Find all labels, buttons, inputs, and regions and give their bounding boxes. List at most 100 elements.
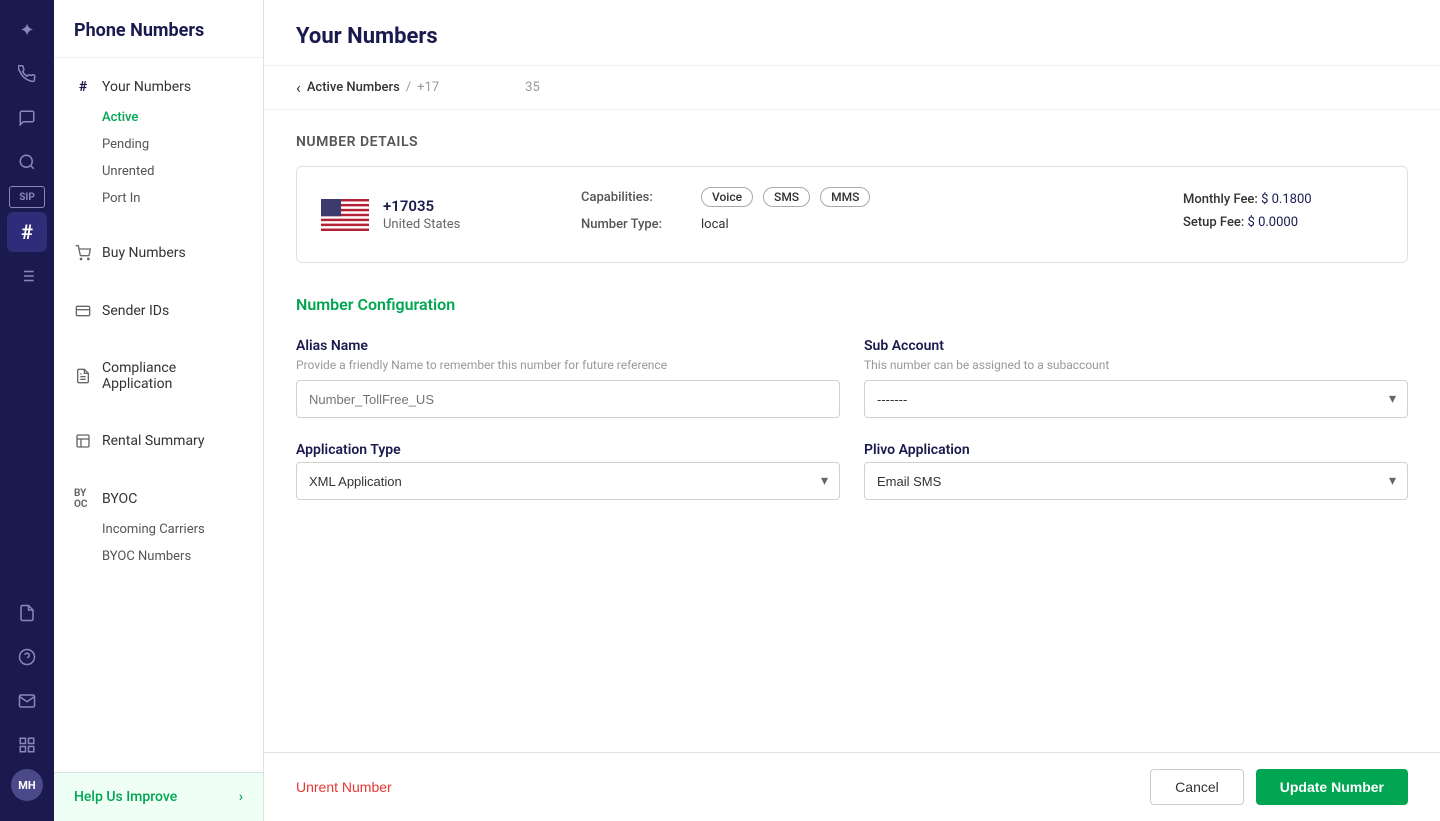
capabilities-label: Capabilities: <box>581 190 691 205</box>
sub-account-group: Sub Account This number can be assigned … <box>864 338 1408 418</box>
sidebar-item-sender-ids[interactable]: Sender IDs <box>54 294 263 328</box>
breadcrumb-link[interactable]: Active Numbers <box>307 80 400 95</box>
capabilities-area: Capabilities: Voice SMS MMS Number Type:… <box>581 187 1143 242</box>
phone-number: +17035 <box>383 197 460 215</box>
number-type-value: local <box>701 217 729 232</box>
plivo-application-select[interactable]: Email SMS Option 2 Option 3 <box>864 462 1408 500</box>
number-info: +17035 United States <box>383 197 460 232</box>
number-type-row: Number Type: local <box>581 217 1143 232</box>
hash-icon[interactable]: # <box>7 212 47 252</box>
mms-badge: MMS <box>820 187 870 207</box>
sms-badge: SMS <box>763 187 810 207</box>
setup-fee-label: Setup Fee: <box>1183 215 1244 230</box>
config-section-title: Number Configuration <box>296 295 1408 314</box>
monthly-fee-label: Monthly Fee: <box>1183 192 1258 207</box>
voice-badge: Voice <box>701 187 753 207</box>
pricing-area: Monthly Fee: $ 0.1800 Setup Fee: $ 0.000… <box>1183 192 1383 238</box>
sidebar-section-buy-numbers: Buy Numbers <box>54 224 263 282</box>
sidebar-item-label-byoc: BYOC <box>102 491 137 507</box>
list-icon[interactable] <box>7 256 47 296</box>
sidebar-section-compliance: Compliance Application <box>54 340 263 412</box>
page-footer: Unrent Number Cancel Update Number <box>264 752 1440 821</box>
footer-actions: Cancel Update Number <box>1150 769 1408 805</box>
help-us-improve-button[interactable]: Help Us Improve › <box>54 773 263 821</box>
update-number-button[interactable]: Update Number <box>1256 769 1408 805</box>
back-button[interactable]: ‹ <box>296 78 301 97</box>
number-configuration-section: Number Configuration Alias Name Provide … <box>296 295 1408 500</box>
sidebar-item-label-buy-numbers: Buy Numbers <box>102 245 186 261</box>
number-details-card: +17035 United States Capabilities: Voice… <box>296 166 1408 263</box>
application-type-select-wrapper: XML Application Option 2 Option 3 <box>296 462 840 500</box>
help-circle-icon[interactable] <box>7 637 47 677</box>
sidebar-item-rental-summary[interactable]: Rental Summary <box>54 424 263 458</box>
breadcrumb-number-partial: 35 <box>525 80 540 95</box>
sidebar-sub-item-active[interactable]: Active <box>54 104 263 131</box>
plivo-application-label: Plivo Application <box>864 442 1408 458</box>
sidebar-section-byoc: BY OC BYOC Incoming Carriers BYOC Number… <box>54 470 263 582</box>
user-avatar[interactable]: MH <box>11 769 43 801</box>
sidebar-section-sender-ids: Sender IDs <box>54 282 263 340</box>
rental-summary-icon <box>74 432 92 450</box>
sidebar-item-label-your-numbers: Your Numbers <box>102 79 191 95</box>
unrent-number-button[interactable]: Unrent Number <box>296 779 392 795</box>
page-title: Your Numbers <box>296 24 1408 49</box>
chat-icon[interactable] <box>7 98 47 138</box>
sidebar-item-your-numbers[interactable]: # Your Numbers <box>54 70 263 104</box>
breadcrumb: ‹ Active Numbers / +17 35 <box>264 66 1440 110</box>
number-country: United States <box>383 217 460 232</box>
config-form-grid: Alias Name Provide a friendly Name to re… <box>296 338 1408 500</box>
sidebar-item-buy-numbers[interactable]: Buy Numbers <box>54 236 263 270</box>
cancel-button[interactable]: Cancel <box>1150 769 1244 805</box>
sub-account-hint: This number can be assigned to a subacco… <box>864 358 1408 372</box>
application-type-group: Application Type XML Application Option … <box>296 442 840 500</box>
main-header: Your Numbers <box>264 0 1440 66</box>
sub-account-label: Sub Account <box>864 338 1408 354</box>
plivo-application-select-wrapper: Email SMS Option 2 Option 3 <box>864 462 1408 500</box>
sidebar-sub-item-incoming-carriers[interactable]: Incoming Carriers <box>54 516 263 543</box>
number-details-title: Number Details <box>296 134 1408 150</box>
breadcrumb-separator: / <box>406 80 411 95</box>
content-area: Number Details +17035 <box>264 110 1440 752</box>
sidebar: Phone Numbers # Your Numbers Active Pend… <box>54 0 264 821</box>
phone-icon[interactable] <box>7 54 47 94</box>
icon-rail: ✦ SIP # MH <box>0 0 54 821</box>
sidebar-footer: Help Us Improve › <box>54 772 263 821</box>
sip-icon[interactable]: SIP <box>9 186 45 208</box>
application-type-label: Application Type <box>296 442 840 458</box>
monthly-fee-value: $ 0.1800 <box>1261 192 1312 207</box>
help-us-improve-label: Help Us Improve <box>74 789 177 805</box>
grid-icon[interactable] <box>7 725 47 765</box>
sub-account-select[interactable]: ------- <box>864 380 1408 418</box>
sidebar-item-compliance[interactable]: Compliance Application <box>54 352 263 400</box>
compliance-icon <box>74 367 92 385</box>
sidebar-sub-item-unrented[interactable]: Unrented <box>54 158 263 185</box>
sidebar-sub-item-pending[interactable]: Pending <box>54 131 263 158</box>
alias-name-group: Alias Name Provide a friendly Name to re… <box>296 338 840 418</box>
capabilities-row: Capabilities: Voice SMS MMS <box>581 187 1143 207</box>
us-flag-icon <box>321 199 369 231</box>
sidebar-sub-item-byoc-numbers[interactable]: BYOC Numbers <box>54 543 263 570</box>
sidebar-section-rental-summary: Rental Summary <box>54 412 263 470</box>
alias-name-hint: Provide a friendly Name to remember this… <box>296 358 840 372</box>
number-flag-area: +17035 United States <box>321 197 541 232</box>
report-icon[interactable] <box>7 593 47 633</box>
breadcrumb-current: +17 <box>417 80 439 95</box>
sub-account-select-wrapper: ------- <box>864 380 1408 418</box>
chevron-right-icon: › <box>239 789 243 805</box>
sidebar-title: Phone Numbers <box>54 0 263 58</box>
message-icon[interactable] <box>7 681 47 721</box>
sidebar-item-byoc[interactable]: BY OC BYOC <box>54 482 263 516</box>
main-content: Your Numbers ‹ Active Numbers / +17 35 N… <box>264 0 1440 821</box>
sidebar-section-your-numbers: # Your Numbers Active Pending Unrented P… <box>54 58 263 224</box>
search-icon[interactable] <box>7 142 47 182</box>
alias-name-input[interactable] <box>296 380 840 418</box>
sidebar-sub-item-port-in[interactable]: Port In <box>54 185 263 212</box>
setup-fee-value: $ 0.0000 <box>1248 215 1299 230</box>
application-type-select[interactable]: XML Application Option 2 Option 3 <box>296 462 840 500</box>
sidebar-item-label-compliance: Compliance Application <box>102 360 243 392</box>
id-card-icon <box>74 302 92 320</box>
alias-name-label: Alias Name <box>296 338 840 354</box>
sidebar-item-label-rental-summary: Rental Summary <box>102 433 205 449</box>
logo-icon[interactable]: ✦ <box>7 10 47 50</box>
number-type-label: Number Type: <box>581 217 691 232</box>
